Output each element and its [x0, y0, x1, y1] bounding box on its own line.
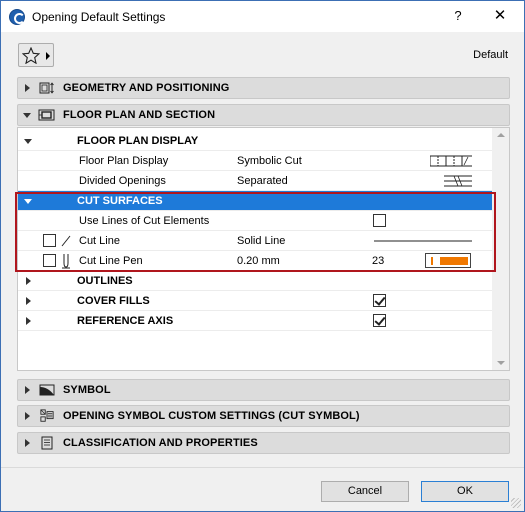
- app-icon: [9, 9, 25, 25]
- expand-arrow-icon[interactable]: [26, 317, 31, 325]
- tree-row-divided-openings[interactable]: Divided Openings Separated: [18, 171, 494, 191]
- row-value[interactable]: Solid Line: [237, 235, 285, 247]
- row-name: Cut Line Pen: [79, 255, 143, 267]
- panel-classification-properties[interactable]: CLASSIFICATION AND PROPERTIES: [17, 432, 510, 454]
- section-label: CUT SURFACES: [77, 195, 163, 207]
- pen-icon: [62, 254, 70, 269]
- panel-opening-symbol-custom-settings[interactable]: OPENING SYMBOL CUSTOM SETTINGS (CUT SYMB…: [17, 405, 510, 427]
- row-value[interactable]: Symbolic Cut: [237, 155, 302, 167]
- panel-symbol[interactable]: SYMBOL: [17, 379, 510, 401]
- pen-swatch-bar: [440, 257, 468, 265]
- help-button[interactable]: ?: [443, 5, 473, 27]
- floor-plan-icon: [38, 109, 55, 121]
- use-lines-checkbox[interactable]: [373, 214, 386, 227]
- expand-arrow-icon: [25, 439, 30, 447]
- tree-section-reference-axis[interactable]: REFERENCE AXIS: [18, 311, 494, 331]
- panel-floor-plan-section[interactable]: FLOOR PLAN AND SECTION: [17, 104, 510, 126]
- classification-icon: [41, 436, 53, 450]
- row-value[interactable]: 0.20 mm: [237, 255, 280, 267]
- collapse-arrow-icon[interactable]: [24, 199, 32, 204]
- expand-arrow-icon: [25, 84, 30, 92]
- row-name: Cut Line: [79, 235, 120, 247]
- expand-arrow-icon: [25, 386, 30, 394]
- symbolic-cut-preview-icon: [430, 155, 472, 167]
- scroll-up-arrow-icon[interactable]: [497, 133, 505, 137]
- dialog-window: Opening Default Settings ? ✕ Default GEO…: [0, 0, 525, 512]
- pen-number: 23: [372, 255, 385, 267]
- footer-divider: [1, 467, 524, 468]
- tree-row-cut-line[interactable]: Cut Line Solid Line: [18, 231, 494, 251]
- solid-line-preview-icon: [374, 240, 472, 242]
- settings-tree: FLOOR PLAN DISPLAY Floor Plan Display Sy…: [17, 127, 510, 371]
- tree-row-cut-line-pen[interactable]: Cut Line Pen 0.20 mm 23: [18, 251, 494, 271]
- resize-grip-icon[interactable]: [511, 498, 521, 508]
- tree-section-cover-fills[interactable]: COVER FILLS: [18, 291, 494, 311]
- expand-arrow-icon: [25, 412, 30, 420]
- dropdown-arrow-icon: [46, 52, 50, 60]
- tree-section-cut-surfaces[interactable]: CUT SURFACES: [18, 191, 494, 211]
- symbol-icon: [39, 384, 55, 396]
- row-name: Divided Openings: [79, 175, 166, 187]
- panel-label: CLASSIFICATION AND PROPERTIES: [63, 437, 258, 449]
- tree-section-floor-plan-display[interactable]: FLOOR PLAN DISPLAY: [18, 131, 494, 151]
- divided-openings-preview-icon: [444, 175, 472, 187]
- section-label: FLOOR PLAN DISPLAY: [77, 135, 199, 147]
- collapse-arrow-icon[interactable]: [24, 139, 32, 144]
- close-button[interactable]: ✕: [485, 5, 515, 27]
- section-label: OUTLINES: [77, 275, 133, 287]
- tree-section-outlines[interactable]: OUTLINES: [18, 271, 494, 291]
- expand-arrow-icon[interactable]: [26, 297, 31, 305]
- cut-line-pen-override-checkbox[interactable]: [43, 254, 56, 267]
- pen-color-swatch[interactable]: [425, 253, 471, 268]
- cut-line-override-checkbox[interactable]: [43, 234, 56, 247]
- ok-button[interactable]: OK: [421, 481, 509, 502]
- reference-axis-checkbox[interactable]: [373, 314, 386, 327]
- panel-label: SYMBOL: [63, 384, 111, 396]
- default-label: Default: [473, 49, 508, 61]
- cancel-button[interactable]: Cancel: [321, 481, 409, 502]
- panel-label: OPENING SYMBOL CUSTOM SETTINGS (CUT SYMB…: [63, 410, 360, 422]
- row-name: Floor Plan Display: [79, 155, 169, 167]
- section-label: REFERENCE AXIS: [77, 315, 174, 327]
- panel-geometry-positioning[interactable]: GEOMETRY AND POSITIONING: [17, 77, 510, 99]
- tree-row-floor-plan-display[interactable]: Floor Plan Display Symbolic Cut: [18, 151, 494, 171]
- star-icon: [22, 47, 40, 64]
- custom-symbol-icon: [40, 409, 54, 422]
- scroll-down-arrow-icon[interactable]: [497, 361, 505, 365]
- tree-row-use-lines-of-cut-elements[interactable]: Use Lines of Cut Elements: [18, 211, 494, 231]
- cover-fills-checkbox[interactable]: [373, 294, 386, 307]
- favorites-button[interactable]: [18, 43, 54, 67]
- panel-label: GEOMETRY AND POSITIONING: [63, 82, 230, 94]
- line-type-icon: [61, 235, 71, 247]
- expand-arrow-icon[interactable]: [26, 277, 31, 285]
- row-name: Use Lines of Cut Elements: [79, 215, 210, 227]
- section-label: COVER FILLS: [77, 295, 150, 307]
- window-title: Opening Default Settings: [32, 10, 166, 24]
- collapse-arrow-icon: [23, 113, 31, 118]
- vertical-scrollbar[interactable]: [492, 128, 509, 370]
- panel-label: FLOOR PLAN AND SECTION: [63, 109, 216, 121]
- geometry-icon: [39, 82, 54, 94]
- pen-swatch-mark: [431, 257, 433, 265]
- row-value[interactable]: Separated: [237, 175, 288, 187]
- title-bar: Opening Default Settings ? ✕: [1, 1, 524, 32]
